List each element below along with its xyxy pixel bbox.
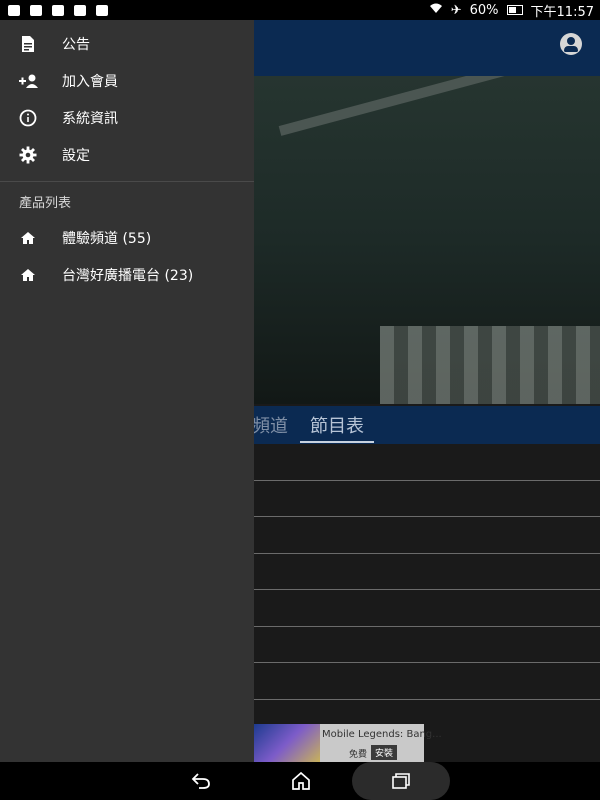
drawer-item-label: 設定: [62, 148, 90, 164]
section-header-products: 產品列表: [19, 196, 72, 211]
ad-banner[interactable]: Mobile Legends: Bang... 免費 安裝: [254, 724, 442, 762]
drawer-divider: [0, 181, 254, 182]
home-icon: [18, 265, 38, 285]
document-icon: [18, 34, 38, 54]
drawer-item-product-radio[interactable]: 台灣好廣播電台 (23): [0, 257, 254, 293]
notification-icon: [8, 4, 20, 16]
drawer-item-settings[interactable]: 設定: [0, 137, 254, 173]
ad-free-label: 免費: [349, 750, 368, 760]
drawer-item-label: 系統資訊: [62, 111, 118, 127]
drawer-item-label: 加入會員: [62, 74, 118, 90]
status-bar: ✈ 60% 下午11:57: [0, 0, 600, 20]
tab-schedule[interactable]: 節目表: [310, 412, 364, 438]
battery-percent: 60%: [469, 2, 499, 18]
recent-apps-icon: [392, 773, 410, 789]
system-navigation-bar: [0, 762, 600, 800]
navigation-drawer: 公告 加入會員 系統資訊 設定 產品列表 體驗頻道 (55) 台灣好廣播電台 (…: [0, 20, 254, 762]
home-nav-icon: [292, 771, 310, 790]
clock: 下午11:57: [530, 4, 594, 20]
account-icon[interactable]: [560, 33, 582, 55]
active-tab-indicator: [300, 441, 374, 443]
drawer-item-system-info[interactable]: 系統資訊: [0, 100, 254, 136]
home-icon: [18, 228, 38, 248]
airplane-icon: ✈: [450, 2, 462, 18]
drawer-item-label: 公告: [62, 37, 90, 53]
sync-icon: [74, 4, 86, 16]
message-icon: [52, 4, 64, 16]
drawer-item-announcements[interactable]: 公告: [0, 26, 254, 62]
drawer-item-product-trial[interactable]: 體驗頻道 (55): [0, 220, 254, 256]
video-frame-railing: [380, 326, 600, 404]
back-button[interactable]: [186, 762, 216, 800]
ad-title: Mobile Legends: Bang...: [322, 729, 442, 740]
add-person-icon: [18, 71, 38, 91]
drawer-item-label: 台灣好廣播電台 (23): [62, 268, 194, 284]
image-icon: [30, 4, 42, 16]
tab-channels[interactable]: 頻道: [252, 412, 288, 438]
battery-icon: [506, 5, 523, 15]
drawer-item-join-member[interactable]: 加入會員: [0, 63, 254, 99]
video-frame-rail: [278, 76, 600, 136]
back-icon: [191, 773, 210, 789]
ad-install-button[interactable]: 安裝: [371, 745, 398, 760]
system-icons: ✈ 60% 下午11:57: [429, 1, 600, 20]
notification-icons: [0, 4, 108, 16]
gear-icon: [18, 145, 38, 165]
home-button[interactable]: [286, 762, 316, 800]
ad-image: [254, 724, 320, 762]
info-icon: [18, 108, 38, 128]
recent-apps-button[interactable]: [352, 762, 450, 800]
wifi-icon: [429, 2, 443, 18]
drawer-item-label: 體驗頻道 (55): [62, 231, 152, 247]
chat-icon: [96, 4, 108, 16]
